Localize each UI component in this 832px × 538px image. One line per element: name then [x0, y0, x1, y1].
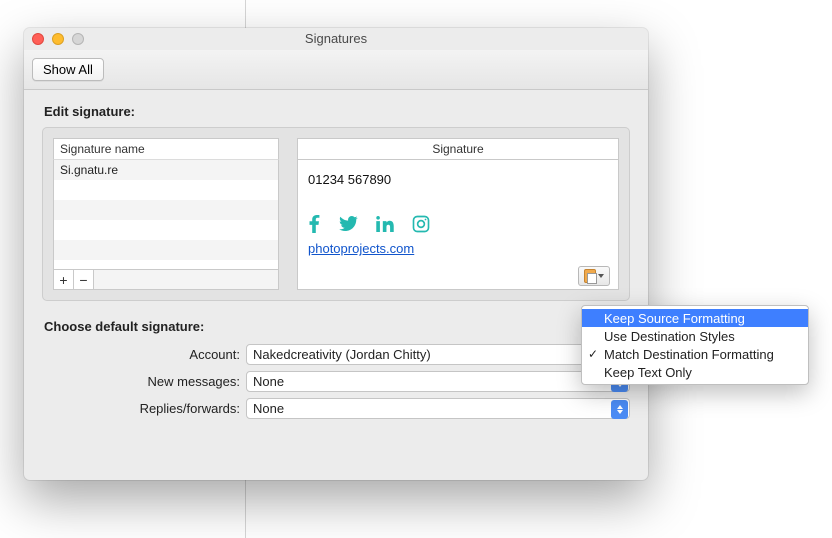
remove-signature-button[interactable]: −: [74, 270, 94, 289]
stepper-arrows-icon: [611, 400, 628, 419]
facebook-icon[interactable]: [308, 215, 320, 233]
show-all-button[interactable]: Show All: [32, 58, 104, 81]
menu-item-label: Keep Text Only: [604, 365, 692, 380]
account-label: Account:: [42, 347, 246, 362]
preferences-window: Signatures Show All Edit signature: Sign…: [24, 28, 648, 480]
edit-signature-panel: Signature name Si.gnatu.re + − Signature…: [42, 127, 630, 301]
replies-select[interactable]: None: [246, 398, 630, 419]
paste-options-button[interactable]: [578, 266, 610, 286]
check-icon: ✓: [588, 347, 598, 361]
replies-label: Replies/forwards:: [42, 401, 246, 416]
signature-preview-header: Signature: [297, 138, 619, 160]
social-icons: [308, 215, 608, 233]
minimize-icon[interactable]: [52, 33, 64, 45]
traffic-lights: [32, 33, 84, 45]
signature-link[interactable]: photoprojects.com: [308, 241, 608, 256]
menu-item-label: Use Destination Styles: [604, 329, 735, 344]
paste-options-menu: Keep Source Formatting Use Destination S…: [581, 305, 809, 385]
menu-item-use-destination[interactable]: Use Destination Styles: [582, 327, 808, 345]
signature-list-body[interactable]: Si.gnatu.re: [53, 160, 279, 270]
clipboard-icon: [584, 269, 596, 283]
account-select-value: Nakedcreativity (Jordan Chitty): [253, 347, 431, 362]
replies-row: Replies/forwards: None: [42, 398, 630, 419]
content-area: Edit signature: Signature name Si.gnatu.…: [24, 90, 648, 480]
choose-default-section: Choose default signature: Account: Naked…: [42, 319, 630, 419]
window-title: Signatures: [84, 31, 588, 46]
truncated-line: [308, 164, 608, 172]
menu-item-keep-source[interactable]: Keep Source Formatting: [582, 309, 808, 327]
signature-list-header: Signature name: [53, 138, 279, 160]
replies-select-value: None: [253, 401, 284, 416]
close-icon[interactable]: [32, 33, 44, 45]
signature-preview[interactable]: 01234 567890: [297, 160, 619, 262]
menu-item-match-destination[interactable]: ✓ Match Destination Formatting: [582, 345, 808, 363]
twitter-icon[interactable]: [338, 216, 358, 232]
add-signature-button[interactable]: +: [54, 270, 74, 289]
toolbar: Show All: [24, 50, 648, 90]
menu-item-label: Keep Source Formatting: [604, 311, 745, 326]
signature-list-item[interactable]: Si.gnatu.re: [54, 160, 278, 180]
signature-list: Signature name Si.gnatu.re + −: [53, 138, 279, 290]
new-messages-row: New messages: None: [42, 371, 630, 392]
linkedin-icon[interactable]: [376, 216, 394, 232]
account-row: Account: Nakedcreativity (Jordan Chitty): [42, 344, 630, 365]
instagram-icon[interactable]: [412, 215, 430, 233]
signature-preview-footer: [297, 262, 619, 290]
new-messages-select-value: None: [253, 374, 284, 389]
new-messages-label: New messages:: [42, 374, 246, 389]
menu-item-label: Match Destination Formatting: [604, 347, 774, 362]
account-select[interactable]: Nakedcreativity (Jordan Chitty): [246, 344, 630, 365]
new-messages-select[interactable]: None: [246, 371, 630, 392]
menu-item-keep-text-only[interactable]: Keep Text Only: [582, 363, 808, 381]
edit-signature-heading: Edit signature:: [44, 104, 630, 119]
signature-phone: 01234 567890: [308, 172, 608, 187]
chevron-down-icon: [598, 274, 604, 278]
zoom-icon: [72, 33, 84, 45]
titlebar: Signatures: [24, 28, 648, 50]
choose-default-heading: Choose default signature:: [44, 319, 630, 334]
signature-preview-panel: Signature 01234 567890: [297, 138, 619, 290]
signature-list-footer: + −: [53, 270, 279, 290]
